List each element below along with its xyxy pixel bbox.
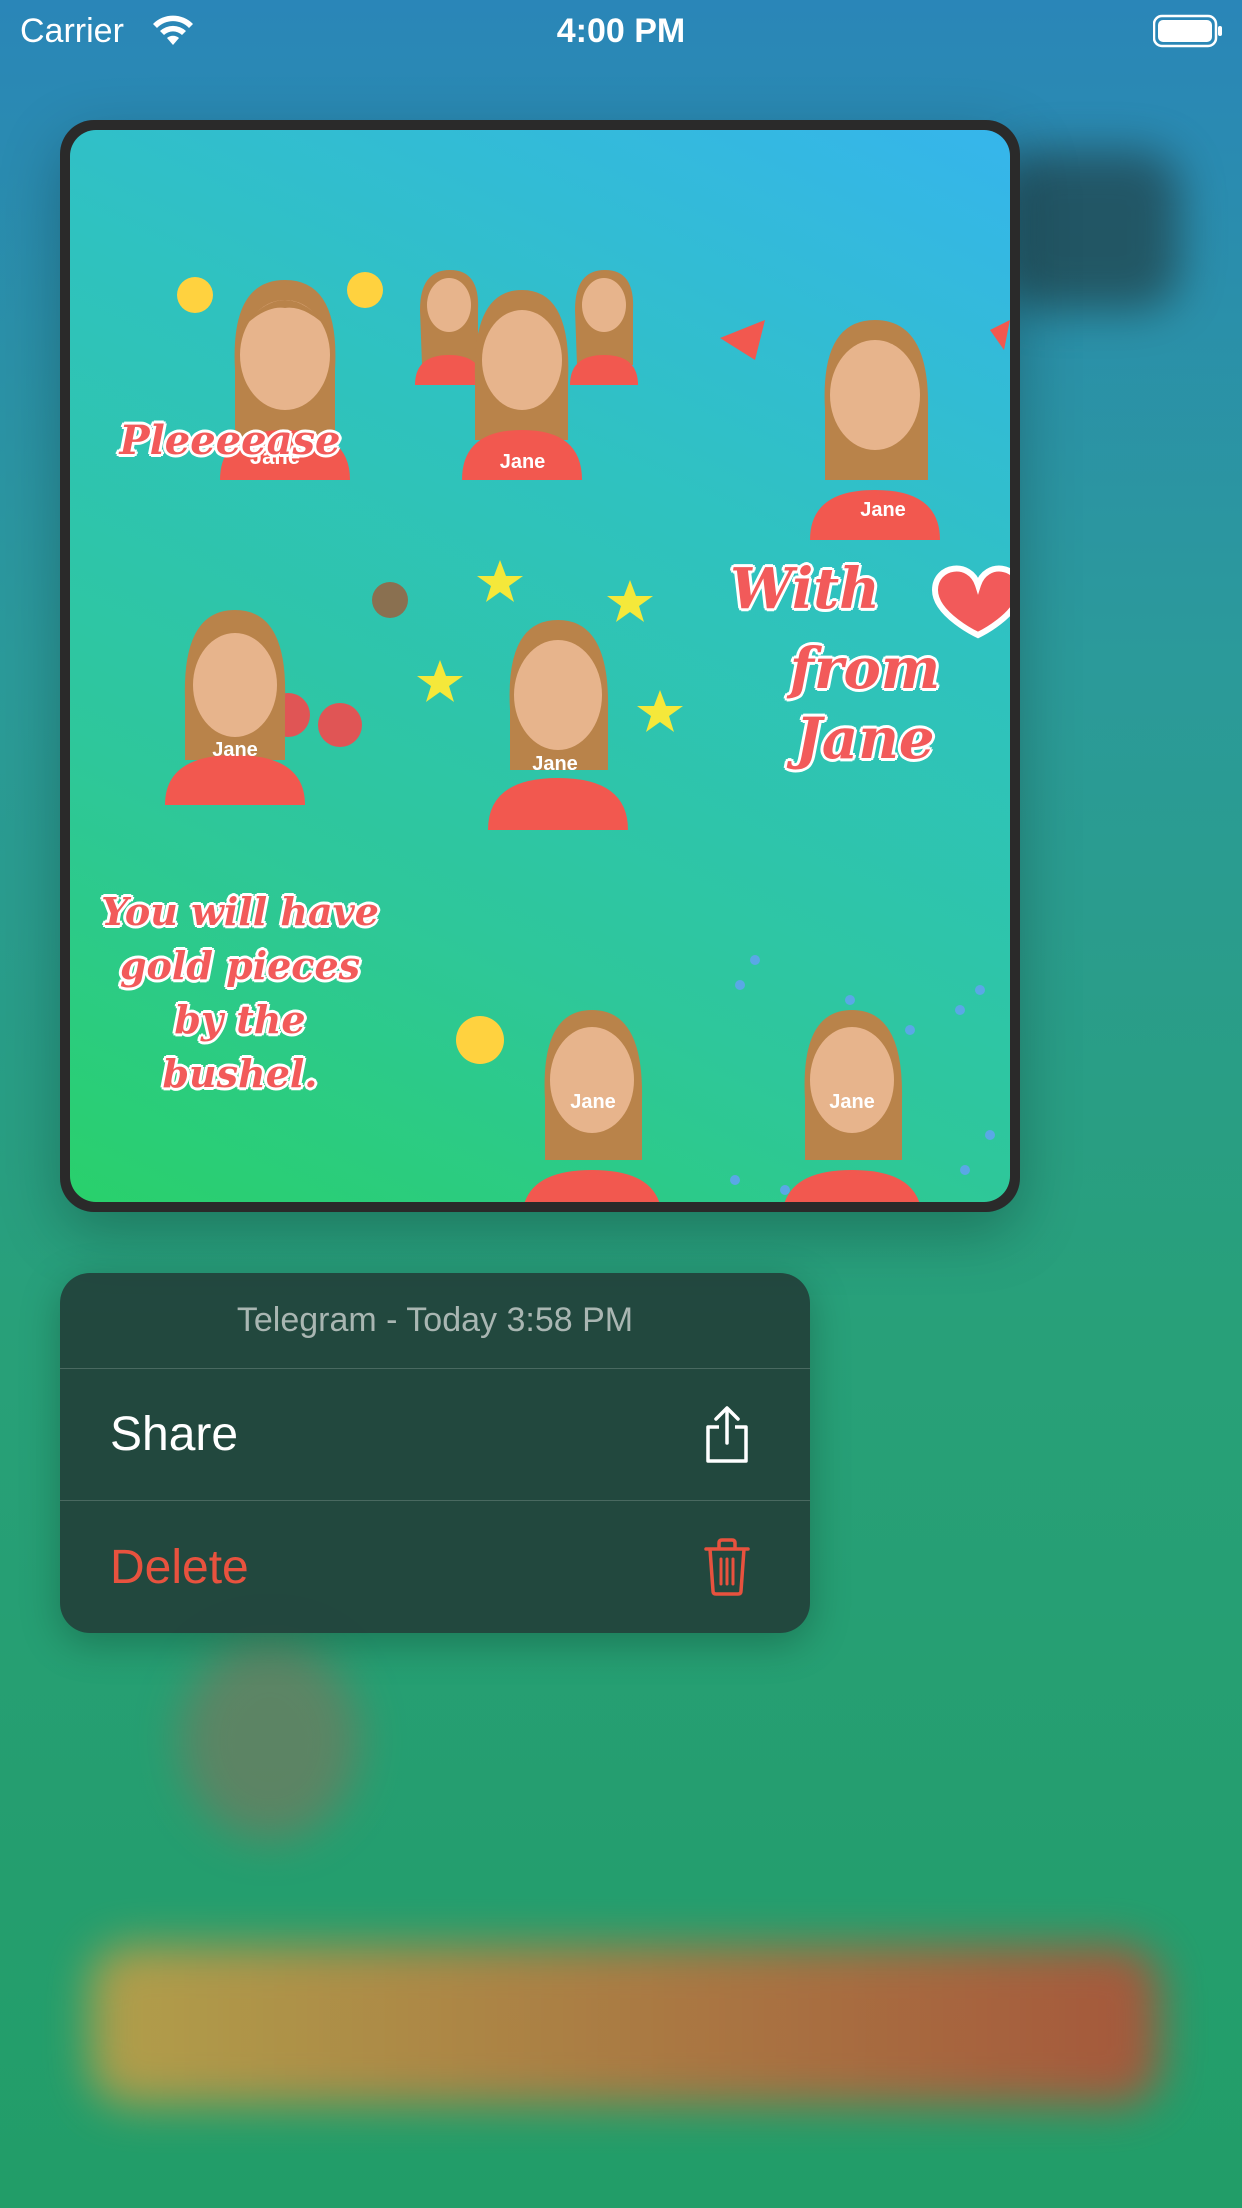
angry-emoji-icon	[318, 703, 362, 747]
sticker-caption-line: Jane	[795, 706, 935, 772]
sticker-caption-line: from	[789, 636, 941, 702]
emoji-icon	[177, 277, 213, 313]
context-menu: Telegram - Today 3:58 PM Share Delete	[60, 1273, 810, 1633]
sticker-caption-line: bushel.	[162, 1051, 318, 1096]
sticker-angry[interactable]	[110, 560, 410, 890]
status-bar: Carrier 4:00 PM	[0, 0, 1242, 62]
sticker-name-label: Jane	[829, 1091, 875, 1113]
emoji-icon	[347, 272, 383, 308]
clock: 4:00 PM	[556, 12, 686, 50]
paper-plane-icon	[720, 320, 765, 360]
delete-label: Delete	[110, 1540, 249, 1594]
sticker-name-label: Jane	[499, 451, 546, 473]
sticker-caption-line: gold pieces	[119, 943, 361, 988]
delete-button[interactable]: Delete	[60, 1501, 810, 1633]
trash-icon	[704, 1538, 750, 1596]
sticker-preview-card[interactable]: Jane Pleeeease Jane Jane Jane Jane With …	[60, 120, 1020, 1212]
pensive-emoji-icon	[456, 1016, 504, 1064]
share-button[interactable]: Share	[60, 1369, 810, 1501]
share-icon	[706, 1405, 748, 1463]
sticker-caption-line: by the	[174, 997, 306, 1042]
sticker-caption-line: You will have	[101, 889, 379, 934]
sticker-name-label: Jane	[570, 1091, 616, 1113]
sticker-crying[interactable]	[710, 910, 1010, 1202]
sticker-name-label: Jane	[212, 739, 258, 761]
sticker-caption-line: With	[730, 556, 880, 622]
background-blur-button	[90, 1945, 1160, 2105]
sticker-name-label: Jane	[860, 499, 906, 521]
sticker-grid: Jane Pleeeease Jane Jane Jane Jane With …	[70, 130, 1010, 1202]
sticker-name-label: Jane	[532, 753, 578, 775]
sticker-sad[interactable]	[430, 910, 730, 1202]
sticker-star-struck[interactable]	[417, 550, 720, 880]
battery-icon	[1153, 14, 1222, 48]
heart-icon	[931, 565, 1010, 639]
share-label: Share	[110, 1408, 239, 1461]
background-blur-figure	[180, 1640, 360, 1840]
menu-header: Telegram - Today 3:58 PM	[60, 1273, 810, 1369]
sticker-pleading[interactable]: Jane	[125, 190, 425, 520]
background-blur-dark	[1000, 150, 1180, 310]
sticker-caption-pleeeease: Pleeeease	[119, 417, 341, 464]
